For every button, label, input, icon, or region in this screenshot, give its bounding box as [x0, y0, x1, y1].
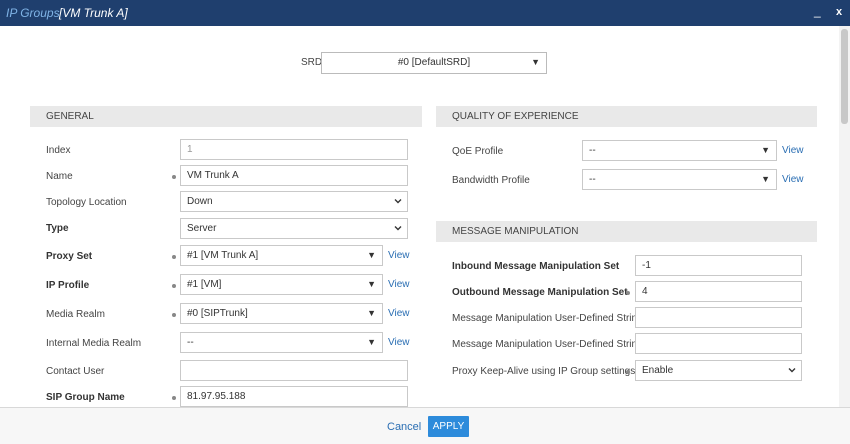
internal-media-realm-label: Internal Media Realm [46, 338, 142, 349]
outbound-manipulation-field[interactable]: 4 [635, 281, 802, 302]
type-select[interactable]: Server [180, 218, 408, 239]
chevron-down-icon [788, 368, 796, 373]
proxy-keepalive-label: Proxy Keep-Alive using IP Group settings [452, 366, 636, 377]
index-label: Index [46, 145, 71, 156]
ip-profile-view-link[interactable]: View [388, 279, 410, 290]
chevron-down-icon [394, 226, 402, 231]
user-defined-string-2-field[interactable] [635, 333, 802, 354]
required-dot-icon [172, 313, 176, 317]
srd-label: SRD [301, 57, 323, 68]
caret-down-icon: ▼ [367, 279, 376, 289]
media-realm-select[interactable]: #0 [SIPTrunk] ▼ [180, 303, 383, 324]
qoe-section-header: QUALITY OF EXPERIENCE [436, 106, 817, 127]
topology-value: Down [187, 196, 213, 207]
ip-profile-select[interactable]: #1 [VM] ▼ [180, 274, 383, 295]
qoe-profile-label: QoE Profile [452, 146, 504, 157]
caret-down-icon: ▼ [761, 145, 770, 155]
name-field[interactable]: VM Trunk A [180, 165, 408, 186]
user-defined-string-1-field[interactable] [635, 307, 802, 328]
outbound-manipulation-label: Outbound Message Manipulation Set [452, 287, 628, 298]
apply-button[interactable]: APPLY [428, 416, 469, 437]
internal-media-realm-select[interactable]: -- ▼ [180, 332, 383, 353]
media-realm-label: Media Realm [46, 309, 105, 320]
inbound-manipulation-label: Inbound Message Manipulation Set [452, 261, 620, 272]
caret-down-icon: ▼ [367, 337, 376, 347]
general-section-header: GENERAL [30, 106, 422, 127]
dialog-footer [0, 407, 850, 444]
internal-media-realm-view-link[interactable]: View [388, 337, 410, 348]
proxy-keepalive-value: Enable [642, 365, 674, 376]
minimize-button[interactable]: _ [814, 4, 821, 18]
required-dot-icon [172, 175, 176, 179]
caret-down-icon: ▼ [761, 174, 770, 184]
bandwidth-profile-select[interactable]: -- ▼ [582, 169, 777, 190]
chevron-down-icon [394, 199, 402, 204]
ip-profile-label: IP Profile [46, 280, 90, 291]
scrollbar-thumb[interactable] [841, 29, 848, 124]
user-defined-string-1-label: Message Manipulation User-Defined String… [452, 313, 651, 324]
ip-profile-value: #1 [VM] [187, 279, 222, 290]
type-value: Server [187, 223, 217, 234]
name-label: Name [46, 171, 73, 182]
media-realm-value: #0 [SIPTrunk] [187, 308, 248, 319]
message-manipulation-section-header: MESSAGE MANIPULATION [436, 221, 817, 242]
caret-down-icon: ▼ [367, 250, 376, 260]
qoe-profile-select[interactable]: -- ▼ [582, 140, 777, 161]
type-label: Type [46, 223, 69, 234]
required-dot-icon [172, 396, 176, 400]
cancel-button[interactable]: Cancel [387, 421, 421, 433]
user-defined-string-2-label: Message Manipulation User-Defined String… [452, 339, 651, 350]
contact-user-label: Contact User [46, 366, 105, 377]
bandwidth-profile-label: Bandwidth Profile [452, 175, 530, 186]
caret-down-icon: ▼ [367, 308, 376, 318]
required-dot-icon [172, 255, 176, 259]
window-subtitle: [VM Trunk A] [59, 6, 128, 20]
qoe-profile-value: -- [589, 145, 596, 156]
srd-value: #0 [DefaultSRD] [397, 57, 471, 68]
sip-group-name-field[interactable]: 81.97.95.188 [180, 386, 408, 407]
proxy-set-select[interactable]: #1 [VM Trunk A] ▼ [180, 245, 383, 266]
bandwidth-profile-value: -- [589, 174, 596, 185]
close-button[interactable]: x [836, 6, 842, 18]
srd-select[interactable]: #0 [DefaultSRD] ▼ [321, 52, 547, 74]
bandwidth-profile-view-link[interactable]: View [782, 174, 804, 185]
sip-group-name-label: SIP Group Name [46, 392, 125, 403]
caret-down-icon: ▼ [531, 57, 540, 67]
index-field: 1 [180, 139, 408, 160]
required-dot-icon [626, 370, 630, 374]
media-realm-view-link[interactable]: View [388, 308, 410, 319]
topology-select[interactable]: Down [180, 191, 408, 212]
required-dot-icon [172, 284, 176, 288]
proxy-set-view-link[interactable]: View [388, 250, 410, 261]
required-dot-icon [626, 291, 630, 295]
proxy-set-label: Proxy Set [46, 251, 93, 262]
proxy-keepalive-select[interactable]: Enable [635, 360, 802, 381]
internal-media-realm-value: -- [187, 337, 194, 348]
topology-label: Topology Location [46, 197, 127, 208]
proxy-set-value: #1 [VM Trunk A] [187, 250, 259, 261]
contact-user-field[interactable] [180, 360, 408, 381]
window-title: IP Groups [6, 6, 60, 20]
inbound-manipulation-field[interactable]: -1 [635, 255, 802, 276]
qoe-profile-view-link[interactable]: View [782, 145, 804, 156]
